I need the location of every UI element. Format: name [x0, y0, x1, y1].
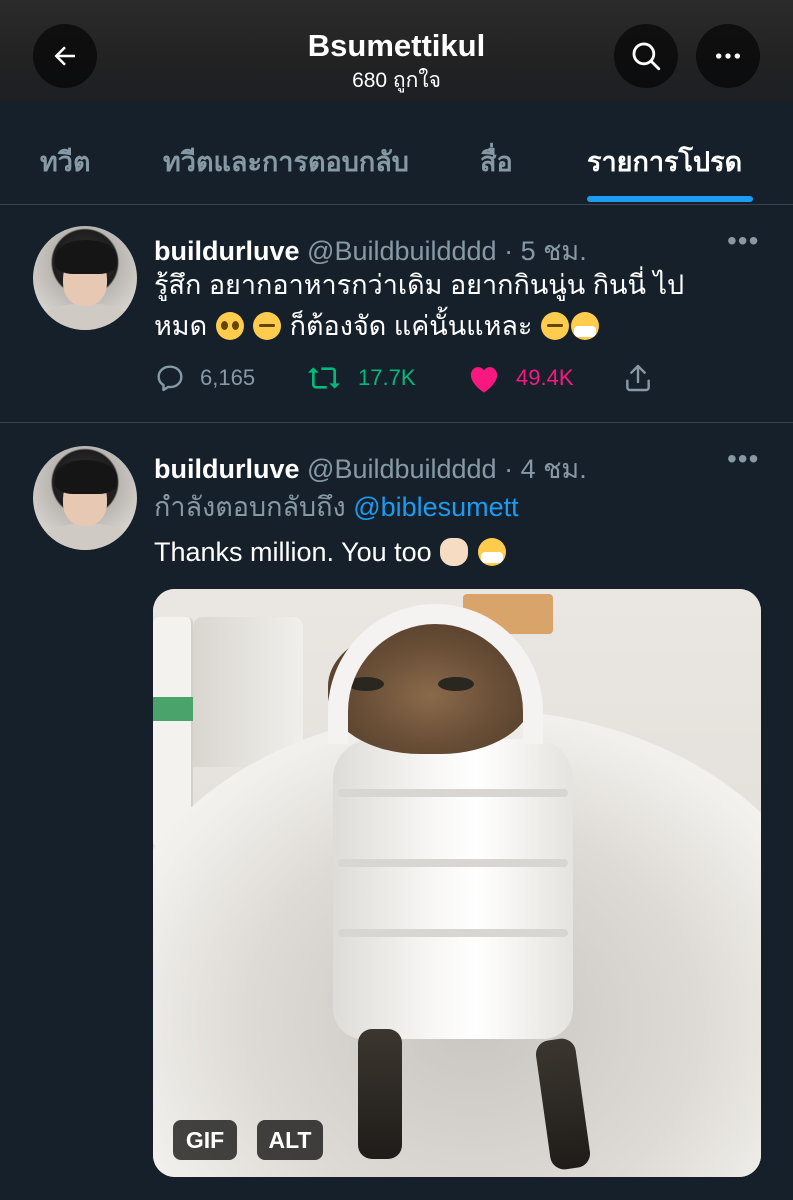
- tweet-more-icon[interactable]: •••: [727, 225, 759, 257]
- more-horizontal-icon: [716, 53, 740, 59]
- tweet-actions: 6,165 17.7K 49.4K: [154, 358, 674, 398]
- tab-media[interactable]: สื่อ: [480, 140, 513, 183]
- profile-header: Bsumettikul 680 ถูกใจ: [0, 0, 793, 102]
- tweet-text-part: หมด: [154, 311, 215, 341]
- retweet-button[interactable]: 17.7K: [304, 358, 416, 398]
- share-icon: [626, 364, 650, 392]
- avatar[interactable]: [33, 446, 137, 550]
- gif-media[interactable]: GIF ALT: [153, 589, 761, 1177]
- reply-icon: [157, 365, 183, 392]
- reply-count: 6,165: [200, 365, 256, 390]
- search-icon: [632, 42, 661, 71]
- tweet-time: · 5 ชม.: [496, 236, 587, 266]
- alt-text-button[interactable]: ALT: [257, 1120, 323, 1160]
- gif-badge: GIF: [173, 1120, 237, 1160]
- tweet-text-part: Thanks million. You too: [154, 537, 440, 567]
- tweet-text-part: ก็ต้องจัด แค่นั้นแหละ: [282, 311, 540, 341]
- author-name[interactable]: buildurluve: [154, 454, 300, 484]
- tweet-author: buildurluve @Buildbuildddd · 4 ชม.: [154, 447, 587, 490]
- towel-fold: [338, 929, 568, 937]
- expressionless-face-emoji: [253, 312, 282, 340]
- tab-tweets-and-replies[interactable]: ทวีตและการตอบกลับ: [163, 140, 409, 183]
- author-handle[interactable]: @Buildbuildddd: [307, 454, 497, 484]
- avatar[interactable]: [33, 226, 137, 330]
- mention-link[interactable]: @biblesumett: [353, 492, 518, 522]
- towel-graphic: [333, 739, 573, 1039]
- retweet-count: 17.7K: [358, 365, 416, 390]
- search-button[interactable]: [614, 24, 678, 88]
- heart-filled-icon: [470, 367, 498, 393]
- tweet[interactable]: buildurluve @Buildbuildddd · 4 ชม. ••• ก…: [0, 423, 793, 1200]
- tweet-text: รู้สึก อยากอาหารกว่าเดิม อยากกินนู่น กิน…: [154, 265, 754, 347]
- tweet-text-line-2: หมด ก็ต้องจัด แค่นั้นแหละ: [154, 306, 754, 347]
- towel-fold: [338, 859, 568, 867]
- replying-to: กำลังตอบกลับถึง @biblesumett: [154, 485, 519, 528]
- tweet-text-line-1: รู้สึก อยากอาหารกว่าเดิม อยากกินนู่น กิน…: [154, 270, 685, 300]
- like-count: 49.4K: [516, 365, 574, 390]
- retweet-icon: [308, 367, 340, 389]
- tab-likes[interactable]: รายการโปรด: [587, 140, 742, 183]
- tab-tweets[interactable]: ทวีต: [40, 140, 91, 183]
- faucet-graphic: [193, 617, 303, 767]
- more-button[interactable]: [696, 24, 760, 88]
- replying-to-label: กำลังตอบกลับถึง: [154, 492, 354, 522]
- victory-hand-emoji: [440, 538, 469, 566]
- profile-tabs: ทวีต ทวีตและการตอบกลับ สื่อ รายการโปรด: [0, 102, 793, 205]
- towel-fold: [338, 789, 568, 797]
- reply-button[interactable]: 6,165: [154, 358, 255, 398]
- tweet[interactable]: buildurluve @Buildbuildddd · 5 ชม. ••• ร…: [0, 205, 793, 423]
- share-button[interactable]: [622, 358, 668, 398]
- face-with-mask-emoji: [570, 312, 599, 340]
- tweet-time: · 4 ชม.: [496, 454, 587, 484]
- pleading-face-emoji: [215, 312, 244, 340]
- active-tab-indicator: [587, 196, 753, 202]
- tweet-more-icon[interactable]: •••: [727, 443, 759, 475]
- author-handle[interactable]: @Buildbuildddd: [307, 236, 497, 266]
- like-button[interactable]: 49.4K: [466, 358, 574, 398]
- woozy-face-emoji: [540, 312, 569, 340]
- cat-leg: [358, 1029, 402, 1159]
- face-with-mask-emoji: [477, 538, 506, 566]
- author-name[interactable]: buildurluve: [154, 236, 300, 266]
- tweet-text: Thanks million. You too: [154, 532, 754, 573]
